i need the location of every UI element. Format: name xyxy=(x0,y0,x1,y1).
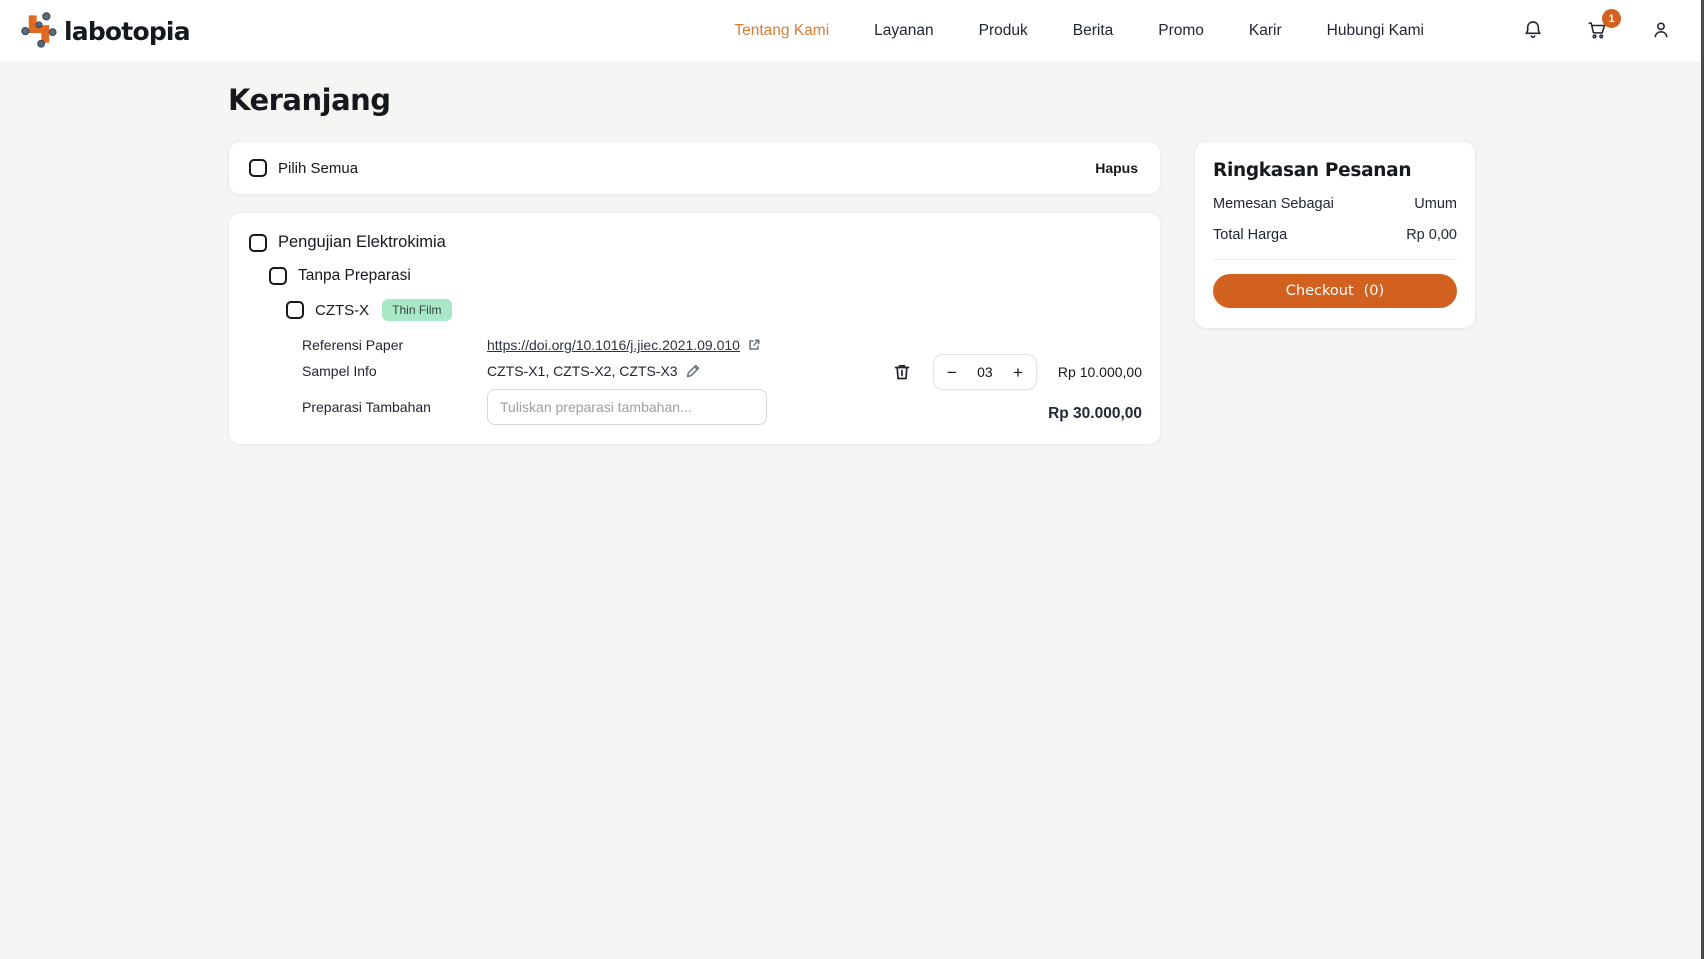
nav-item-produk[interactable]: Produk xyxy=(979,22,1028,40)
external-link-icon[interactable] xyxy=(747,338,761,352)
select-all-checkbox[interactable] xyxy=(249,159,267,177)
reference-paper-link[interactable]: https://doi.org/10.1016/j.jiec.2021.09.0… xyxy=(487,337,740,353)
order-as-value: Umum xyxy=(1414,196,1457,212)
cart-badge: 1 xyxy=(1602,9,1621,28)
summary-divider xyxy=(1213,259,1457,260)
user-profile-icon[interactable] xyxy=(1650,19,1674,43)
quantity-value: 03 xyxy=(977,364,993,380)
preparation-checkbox[interactable] xyxy=(269,267,287,285)
edit-sample-icon[interactable] xyxy=(685,363,701,379)
brand-name: labotopia xyxy=(64,17,190,46)
cart-items-column: Pilih Semua Hapus Pengujian Elektrokimia… xyxy=(228,141,1161,445)
total-price-value: Rp 0,00 xyxy=(1406,227,1457,243)
quantity-stepper: − 03 + xyxy=(933,354,1037,390)
nav-item-tentang-kami[interactable]: Tentang Kami xyxy=(734,22,829,40)
summary-row-total-price: Total Harga Rp 0,00 xyxy=(1213,227,1457,243)
order-summary-title: Ringkasan Pesanan xyxy=(1213,160,1457,181)
main-nav: Tentang Kami Layanan Produk Berita Promo… xyxy=(734,22,1424,40)
preparation-name: Tanpa Preparasi xyxy=(298,267,411,285)
nav-item-berita[interactable]: Berita xyxy=(1073,22,1114,40)
cart-item-card: Pengujian Elektrokimia Tanpa Preparasi C… xyxy=(228,212,1161,445)
summary-row-order-as: Memesan Sebagai Umum xyxy=(1213,196,1457,212)
delete-selected-button[interactable]: Hapus xyxy=(1095,160,1138,176)
product-name: CZTS-X xyxy=(315,302,369,319)
brand-logo[interactable]: labotopia xyxy=(18,8,190,55)
main-content: Keranjang Pilih Semua Hapus Pengujian El… xyxy=(0,63,1704,445)
item-actions: − 03 + Rp 10.000,00 xyxy=(892,354,1142,390)
select-all-bar: Pilih Semua Hapus xyxy=(228,141,1161,195)
page-title: Keranjang xyxy=(228,83,1476,117)
sample-info-value: CZTS-X1, CZTS-X2, CZTS-X3 xyxy=(487,363,678,379)
total-price-label: Total Harga xyxy=(1213,227,1287,243)
nav-item-hubungi-kami[interactable]: Hubungi Kami xyxy=(1327,22,1424,40)
nav-item-layanan[interactable]: Layanan xyxy=(874,22,933,40)
delete-item-icon[interactable] xyxy=(892,362,912,382)
item-subtotal: Rp 30.000,00 xyxy=(1048,405,1142,423)
service-checkbox[interactable] xyxy=(249,234,267,252)
order-summary-card: Ringkasan Pesanan Memesan Sebagai Umum T… xyxy=(1194,141,1476,329)
quantity-increase-button[interactable]: + xyxy=(1013,364,1023,381)
checkout-button[interactable]: Checkout (0) xyxy=(1213,274,1457,308)
nav-item-promo[interactable]: Promo xyxy=(1158,22,1204,40)
sample-info-label: Sampel Info xyxy=(302,363,487,379)
cart-icon[interactable]: 1 xyxy=(1586,19,1610,43)
checkout-label: Checkout xyxy=(1286,283,1354,299)
quantity-decrease-button[interactable]: − xyxy=(947,364,957,381)
checkout-count: (0) xyxy=(1364,283,1385,299)
product-checkbox[interactable] xyxy=(286,301,304,319)
unit-price: Rp 10.000,00 xyxy=(1058,364,1142,380)
brand-logo-icon xyxy=(18,8,60,55)
order-as-label: Memesan Sebagai xyxy=(1213,196,1334,212)
service-name: Pengujian Elektrokimia xyxy=(278,233,446,252)
select-all-label: Pilih Semua xyxy=(278,160,358,177)
extra-preparation-label: Preparasi Tambahan xyxy=(302,399,487,415)
nav-item-karir[interactable]: Karir xyxy=(1249,22,1282,40)
reference-paper-label: Referensi Paper xyxy=(302,337,487,353)
header-icon-group: 1 xyxy=(1522,19,1674,43)
notification-bell-icon[interactable] xyxy=(1522,19,1546,43)
extra-preparation-input[interactable] xyxy=(487,389,767,425)
top-navigation-bar: labotopia Tentang Kami Layanan Produk Be… xyxy=(0,0,1704,63)
product-type-badge: Thin Film xyxy=(382,299,451,321)
